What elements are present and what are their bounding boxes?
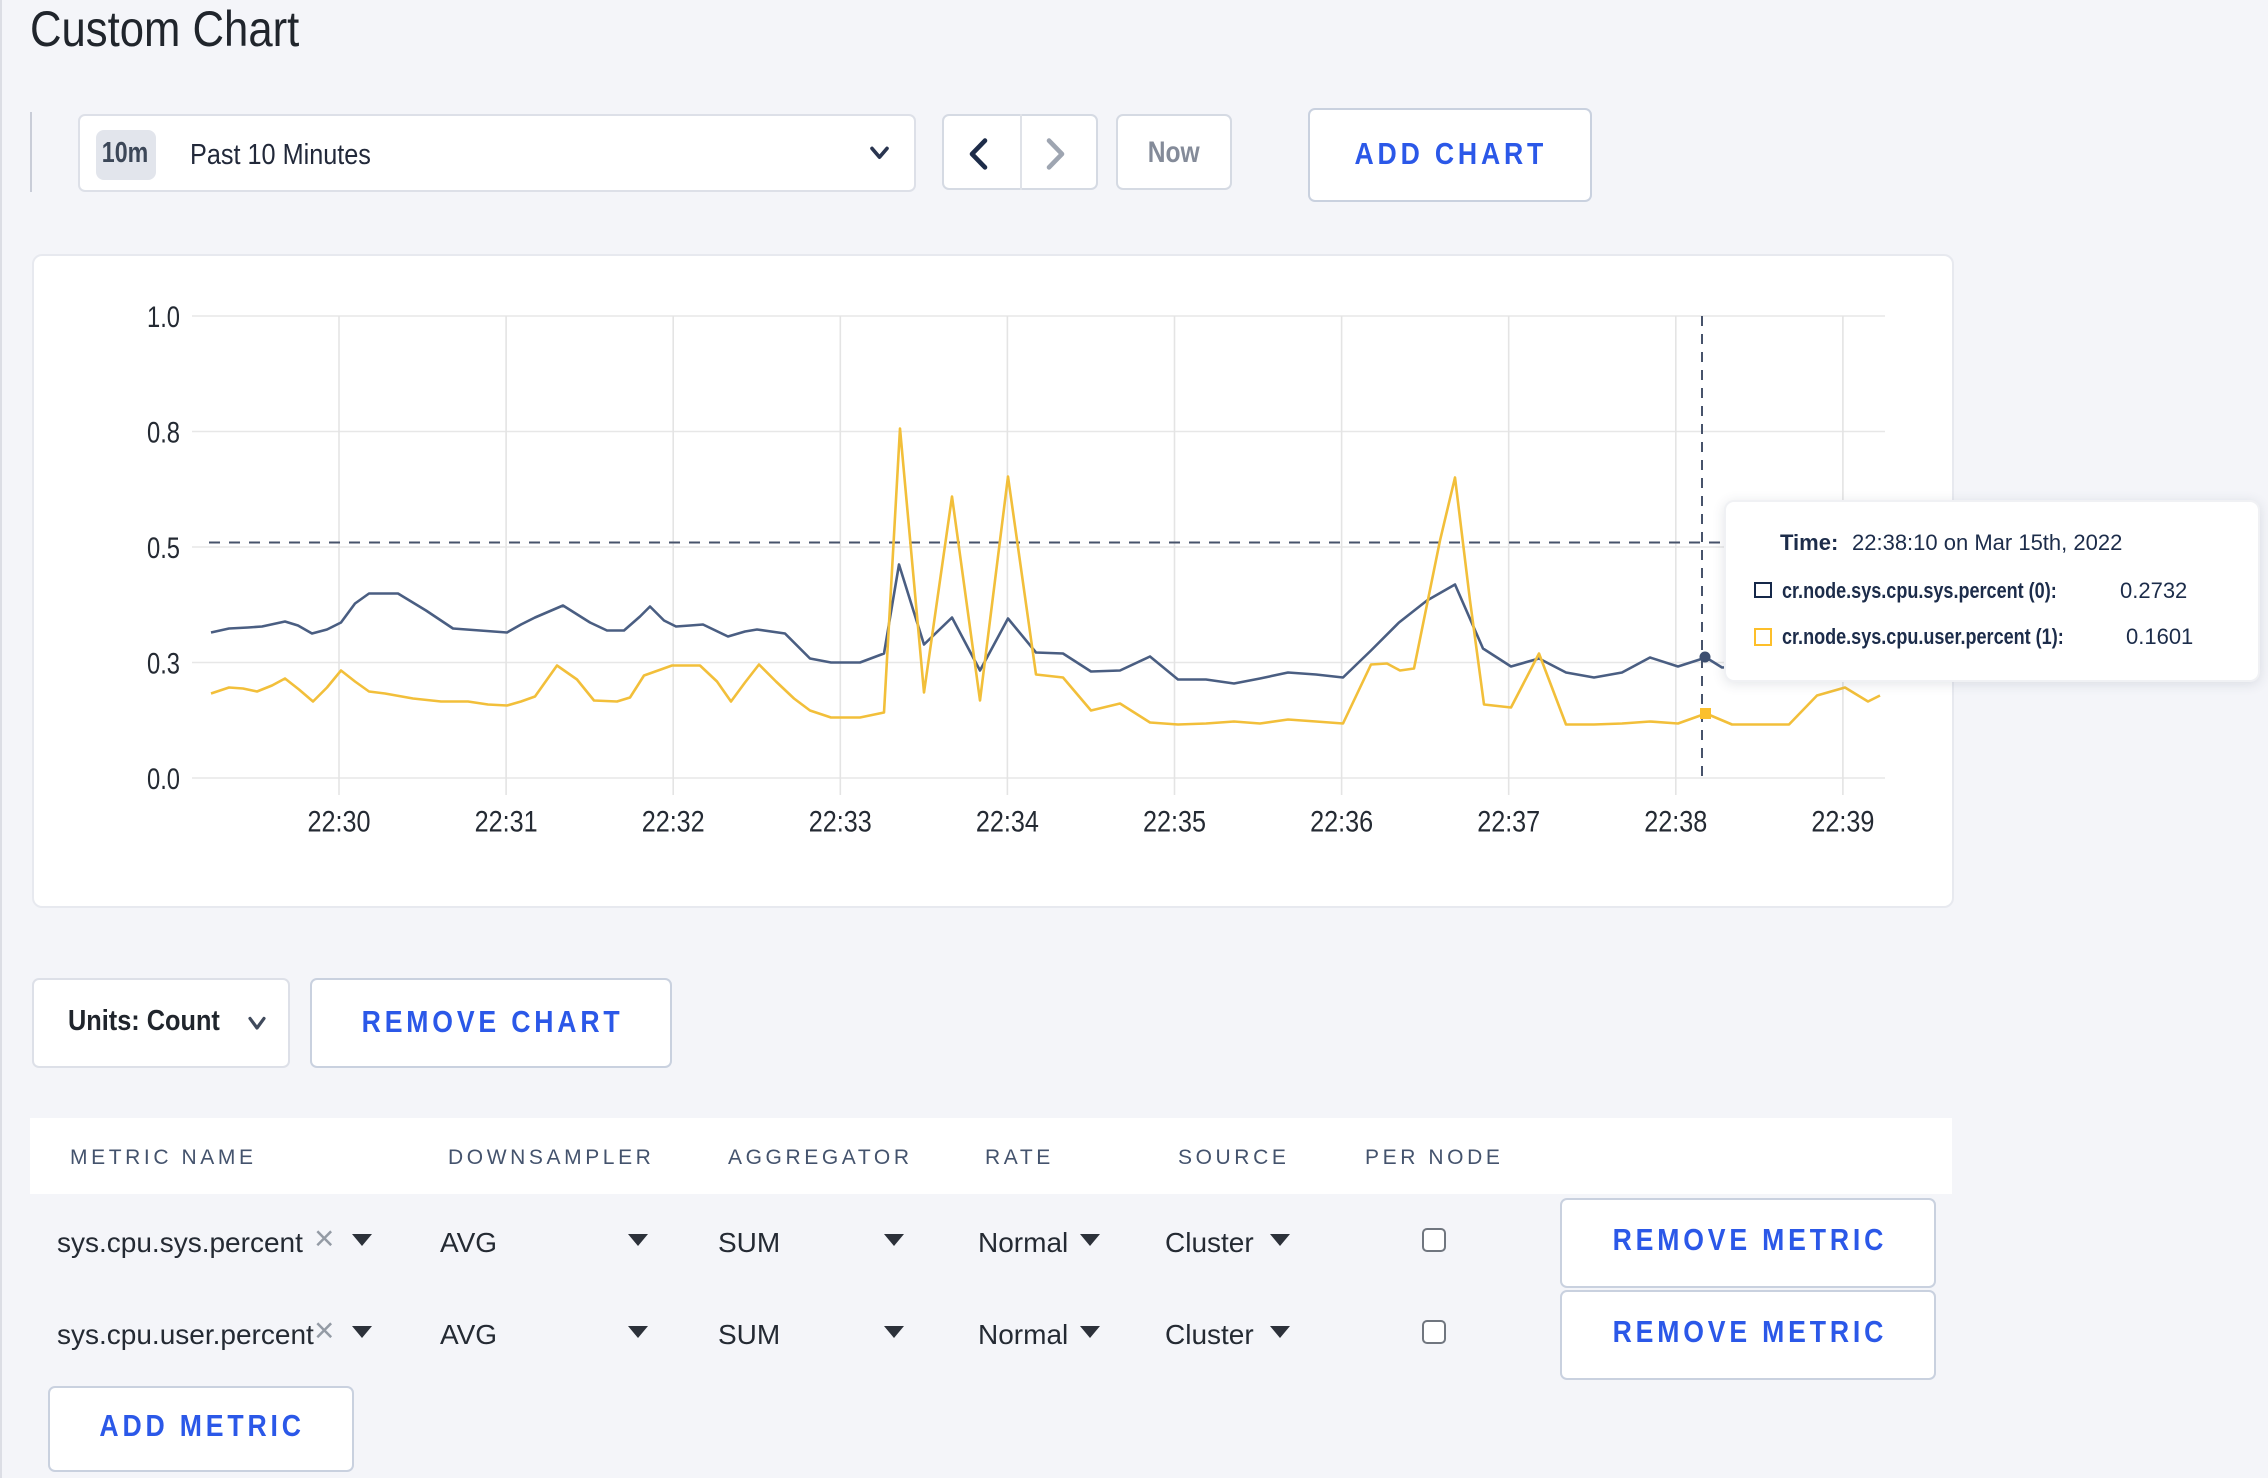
svg-text:22:33: 22:33 xyxy=(809,805,872,838)
svg-text:22:32: 22:32 xyxy=(642,805,705,838)
svg-text:0.3: 0.3 xyxy=(147,647,180,680)
svg-text:22:36: 22:36 xyxy=(1310,805,1373,838)
svg-text:0.0: 0.0 xyxy=(147,762,180,795)
svg-text:22:37: 22:37 xyxy=(1477,805,1540,838)
svg-text:0.5: 0.5 xyxy=(147,531,180,564)
svg-text:1.0: 1.0 xyxy=(147,300,180,333)
svg-text:22:38: 22:38 xyxy=(1644,805,1707,838)
svg-text:22:39: 22:39 xyxy=(1811,805,1874,838)
svg-text:22:34: 22:34 xyxy=(976,805,1039,838)
svg-text:22:31: 22:31 xyxy=(475,805,538,838)
svg-text:22:30: 22:30 xyxy=(308,805,371,838)
svg-text:22:35: 22:35 xyxy=(1143,805,1206,838)
svg-text:0.8: 0.8 xyxy=(147,416,180,449)
